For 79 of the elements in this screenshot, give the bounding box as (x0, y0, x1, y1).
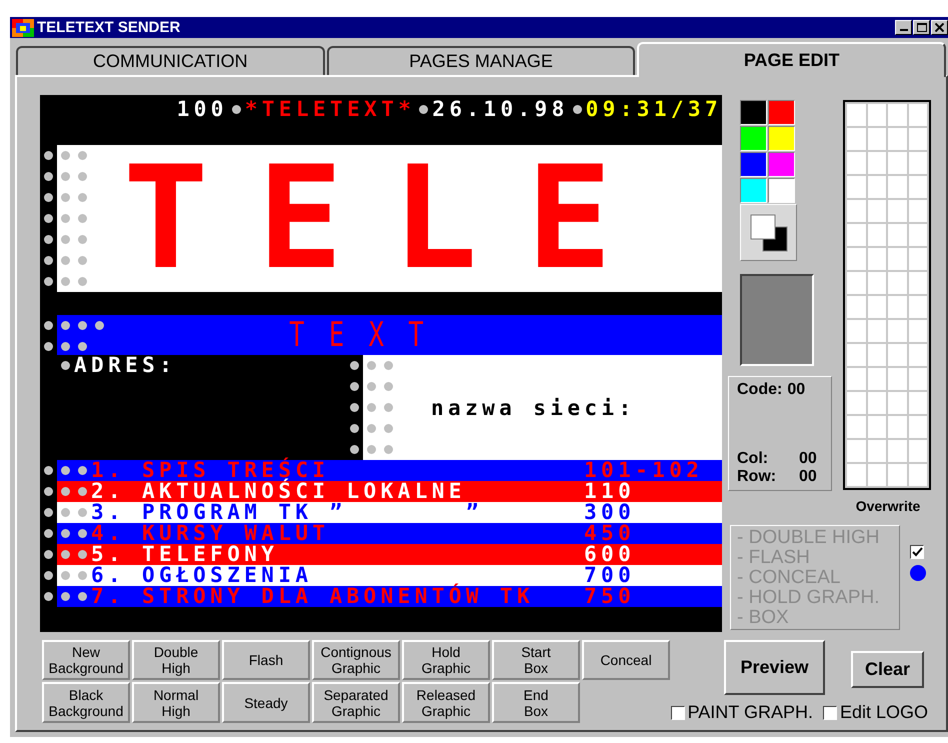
tab[interactable]: PAGES MANAGE (326, 46, 636, 75)
checkbox[interactable] (670, 706, 685, 720)
menu-number: 7. (91, 586, 126, 607)
preview-button[interactable]: Preview (724, 640, 825, 695)
color-selector-icon (740, 204, 797, 261)
menu-number: 4. (91, 523, 126, 544)
menu-number: 2. (91, 481, 126, 502)
menu-row[interactable]: 5. TELEFONY 600 (57, 544, 722, 565)
checkbox-label: PAINT GRAPH. (688, 702, 813, 723)
window-title: TELETEXT SENDER (37, 19, 180, 36)
code-button[interactable]: Black Background (42, 682, 130, 723)
page-number: 101-102 (584, 460, 704, 481)
checkbox[interactable] (822, 706, 837, 720)
color-swatch[interactable] (740, 178, 767, 203)
code-button[interactable]: New Background (42, 640, 130, 680)
maximize-button[interactable] (913, 20, 930, 35)
menu-title: TELEFONY (142, 544, 280, 565)
menu-title: PROGRAM TK ” ” (142, 502, 484, 523)
code-button[interactable]: Contignous Graphic (312, 640, 400, 680)
close-button[interactable] (931, 20, 948, 35)
color-swatch[interactable] (740, 152, 767, 177)
code-button[interactable]: Conceal (582, 640, 670, 680)
header-text: 100 (176, 99, 228, 120)
color-swatch[interactable] (740, 100, 767, 125)
code-button[interactable]: Start Box (492, 640, 580, 680)
code-button[interactable]: Double High (132, 640, 220, 680)
menu-title: STRONY DLA ABONENTÓW TK (142, 586, 535, 607)
code-button[interactable]: Separated Graphic (312, 682, 400, 723)
color-swatch[interactable] (740, 126, 767, 151)
row-label: Row: (737, 468, 778, 486)
tab[interactable]: COMMUNICATION (16, 46, 325, 75)
checkbox-label: Edit LOGO (840, 702, 928, 723)
menu-row[interactable]: 3. PROGRAM TK ” ” 300 (57, 502, 722, 523)
code-button[interactable]: Flash (222, 640, 310, 680)
page-number: 450 (584, 523, 636, 544)
tab[interactable]: PAGE EDIT (637, 42, 946, 77)
menu-title: KURSY WALUT (142, 523, 330, 544)
page-number: 750 (584, 586, 636, 607)
minimize-button[interactable] (895, 20, 912, 35)
checkbox[interactable] (910, 545, 924, 559)
page-number: 700 (584, 565, 636, 586)
close-icon (935, 23, 944, 32)
header-text: 09:31/37 (586, 99, 722, 120)
menu-row[interactable]: 2. AKTUALNOŚCI LOKALNE 110 (57, 481, 722, 502)
menu-number: 5. (91, 544, 126, 565)
col-value: 00 (799, 450, 817, 468)
color-swatch[interactable] (768, 100, 795, 125)
logo-text: TELE (123, 145, 661, 292)
page-number: 110 (584, 481, 636, 502)
menu-number: 6. (91, 565, 126, 586)
code-button[interactable]: Normal High (132, 682, 220, 723)
menu-title: AKTUALNOŚCI LOKALNE (142, 481, 467, 502)
address-label: ADRES: (74, 355, 176, 376)
code-label: Code: (737, 381, 782, 399)
header-text: 26.10.98 (432, 99, 569, 120)
clear-button[interactable]: Clear (851, 651, 924, 688)
menu-number: 3. (91, 502, 126, 523)
code-value: 00 (787, 381, 806, 399)
header-text: *TELETEXT* (244, 99, 416, 120)
grid-label: Overwrite (854, 498, 922, 514)
menu-title: OGŁOSZENIA (142, 565, 314, 586)
page-number: 300 (584, 502, 636, 523)
banner-text: T E X T (289, 315, 428, 355)
menu-number: 1. (91, 460, 126, 481)
color-swatch[interactable] (768, 178, 795, 203)
page-number: 600 (584, 544, 636, 565)
character-grid[interactable] (843, 100, 931, 490)
code-button[interactable]: End Box (492, 682, 580, 723)
col-label: Col: (737, 450, 770, 468)
code-button[interactable]: Released Graphic (402, 682, 490, 723)
app-icon (12, 18, 34, 36)
maximize-icon (916, 23, 926, 32)
color-swatch[interactable] (768, 126, 795, 151)
minimize-icon (900, 29, 908, 31)
row-value: 00 (799, 468, 817, 486)
color-swatch[interactable] (768, 152, 795, 177)
code-button[interactable]: Hold Graphic (402, 640, 490, 680)
code-button[interactable]: Steady (222, 682, 310, 723)
network-label: nazwa sieci: (431, 396, 636, 420)
